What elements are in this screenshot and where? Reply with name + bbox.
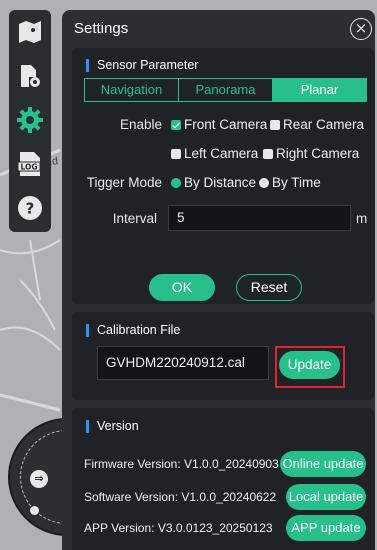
compass-arrow-icon: ⇒ bbox=[30, 470, 48, 488]
left-camera-checkbox[interactable]: Left Camera bbox=[171, 146, 258, 161]
tab-panorama[interactable]: Panorama bbox=[179, 79, 273, 101]
front-camera-checkbox[interactable]: Front Camera bbox=[171, 117, 267, 132]
software-version: Software Version: V1.0.0_20240622 bbox=[84, 490, 277, 504]
front-camera-label: Front Camera bbox=[184, 117, 268, 132]
app-version: APP Version: V3.0.0123_20250123 bbox=[84, 521, 273, 535]
calibration-file-field[interactable]: GVHDM220240912.cal bbox=[97, 346, 269, 380]
by-time-radio[interactable]: By Time bbox=[259, 175, 321, 190]
map-pin-icon[interactable] bbox=[9, 10, 51, 54]
interval-input[interactable]: 5 bbox=[168, 205, 351, 231]
checkbox-icon bbox=[263, 148, 273, 159]
sensor-section-title: Sensor Parameter bbox=[86, 59, 198, 72]
tab-planar[interactable]: Planar bbox=[273, 79, 366, 101]
settings-header: Settings × bbox=[62, 10, 375, 48]
calibration-section: Calibration File GVHDM220240912.cal Upda… bbox=[72, 312, 375, 400]
trigger-mode-label: Tigger Mode bbox=[86, 175, 162, 190]
ok-button[interactable]: OK bbox=[149, 274, 215, 301]
right-camera-label: Right Camera bbox=[276, 146, 360, 161]
by-distance-radio[interactable]: By Distance bbox=[171, 175, 256, 190]
log-icon[interactable]: LOG bbox=[9, 142, 51, 186]
file-settings-icon[interactable] bbox=[9, 54, 51, 98]
rear-camera-label: Rear Camera bbox=[283, 117, 365, 132]
update-button[interactable]: Update bbox=[279, 351, 340, 379]
by-time-label: By Time bbox=[272, 175, 321, 190]
log-icon-label: LOG bbox=[20, 163, 37, 172]
local-update-button[interactable]: Local update bbox=[286, 484, 366, 510]
online-update-button[interactable]: Online update bbox=[280, 451, 366, 477]
settings-title: Settings bbox=[74, 20, 129, 37]
tab-navigation[interactable]: Navigation bbox=[85, 79, 179, 101]
version-section-title: Version bbox=[86, 420, 139, 433]
enable-label: Enable bbox=[119, 117, 162, 132]
gear-icon[interactable] bbox=[9, 98, 51, 142]
app-update-button[interactable]: APP update bbox=[286, 515, 366, 541]
help-icon-label: ? bbox=[26, 200, 35, 218]
compass-marker bbox=[30, 506, 39, 515]
right-camera-checkbox[interactable]: Right Camera bbox=[263, 146, 359, 161]
interval-unit: m bbox=[356, 211, 368, 226]
close-icon[interactable]: × bbox=[350, 18, 372, 40]
sensor-tabs: Navigation Panorama Planar bbox=[84, 78, 367, 102]
interval-label: Interval bbox=[112, 211, 157, 226]
settings-panel: Settings × Sensor Parameter Navigation P… bbox=[62, 10, 375, 550]
help-icon[interactable]: ? bbox=[9, 186, 51, 230]
rear-camera-checkbox[interactable]: Rear Camera bbox=[270, 117, 364, 132]
by-distance-label: By Distance bbox=[184, 175, 257, 190]
firmware-version: Firmware Version: V1.0.0_20240903 bbox=[84, 457, 279, 471]
left-camera-label: Left Camera bbox=[184, 146, 259, 161]
left-toolbar: LOG ? bbox=[9, 10, 51, 232]
sensor-parameter-section: Sensor Parameter Navigation Panorama Pla… bbox=[72, 48, 375, 304]
checkbox-icon bbox=[171, 148, 181, 159]
version-section: Version Firmware Version: V1.0.0_2024090… bbox=[72, 408, 375, 550]
radio-icon bbox=[259, 177, 269, 188]
checkbox-checked-icon bbox=[171, 119, 181, 130]
radio-selected-icon bbox=[171, 177, 181, 188]
reset-button[interactable]: Reset bbox=[236, 274, 302, 301]
calibration-section-title: Calibration File bbox=[86, 324, 180, 337]
checkbox-icon bbox=[270, 119, 280, 130]
